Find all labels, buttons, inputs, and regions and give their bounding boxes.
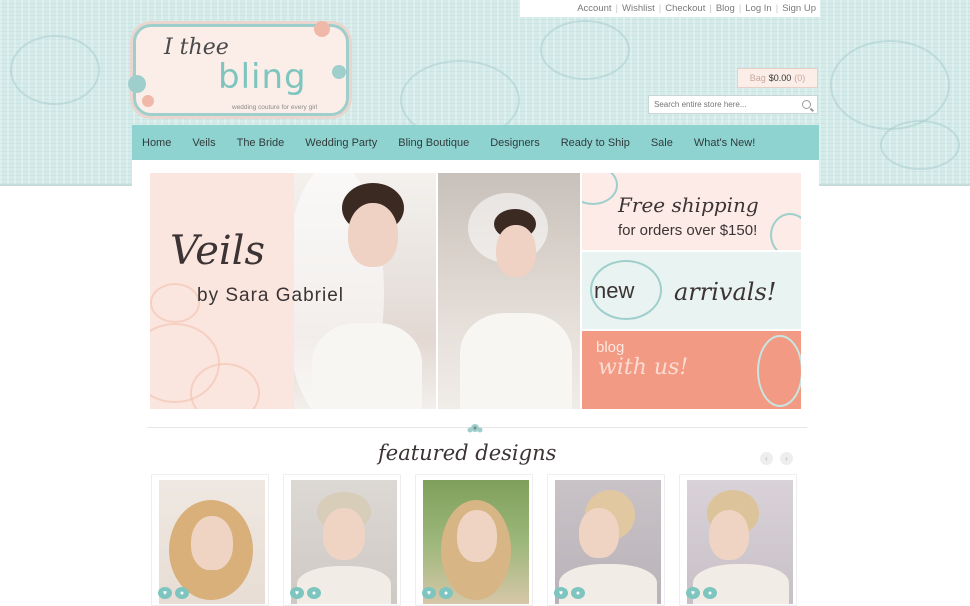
product-image[interactable] [687, 480, 793, 604]
quick-view-button[interactable]: ● [439, 587, 453, 599]
nav-home[interactable]: Home [142, 137, 171, 149]
dress-shape [460, 313, 572, 409]
nav-ready-to-ship[interactable]: Ready to Ship [561, 137, 630, 149]
nav-designers[interactable]: Designers [490, 137, 540, 149]
cart-count: (0) [794, 73, 806, 83]
vine-decoration [770, 213, 801, 250]
product-image[interactable] [291, 480, 397, 604]
product-card[interactable]: ♥ ● [679, 474, 797, 606]
promo-new-arrivals[interactable]: new arrivals! [582, 252, 801, 329]
hero-title: Veils [170, 228, 265, 274]
nav-sale[interactable]: Sale [651, 137, 673, 149]
top-account-links: Account | Wishlist | Checkout | Blog | Log I… [520, 0, 820, 17]
logo-tagline: wedding couture for every girl [232, 104, 318, 111]
promo-new-arrivals-text: arrivals! [674, 278, 777, 306]
flower-icon [150, 283, 200, 323]
carousel-next-button[interactable]: › [780, 452, 793, 465]
product-card[interactable]: ♥ ● [415, 474, 533, 606]
face-shape [709, 510, 749, 560]
wishlist-button[interactable]: ♥ [554, 587, 568, 599]
promo-blog[interactable]: blog with us! [582, 331, 801, 409]
face-shape [457, 510, 497, 562]
wishlist-button[interactable]: ♥ [422, 587, 436, 599]
promo-free-shipping-text: for orders over $150! [618, 222, 758, 239]
nav-bling-boutique[interactable]: Bling Boutique [398, 137, 469, 149]
cart-button[interactable]: Bag $0.00 (0) [737, 68, 818, 88]
login-link[interactable]: Log In [745, 3, 771, 14]
flower-icon [314, 21, 330, 37]
face-shape [579, 508, 619, 558]
checkout-link[interactable]: Checkout [665, 3, 705, 14]
quick-view-button[interactable]: ● [307, 587, 321, 599]
dress-shape [312, 323, 422, 409]
nav-veils[interactable]: Veils [192, 137, 215, 149]
flower-icon [332, 65, 346, 79]
face-shape [323, 508, 365, 560]
hero-photo-birdcage-veil[interactable] [438, 173, 580, 409]
face-shape [348, 203, 398, 267]
product-image[interactable] [423, 480, 529, 604]
floral-decoration [540, 20, 630, 80]
floral-decoration [880, 120, 960, 170]
flower-icon [142, 95, 154, 107]
product-card[interactable]: ♥ ● [547, 474, 665, 606]
flower-icon [128, 75, 146, 93]
promo-free-shipping-title: Free shipping [618, 193, 759, 217]
blog-link[interactable]: Blog [716, 3, 735, 14]
nav-whats-new[interactable]: What's New! [694, 137, 755, 149]
search-box [648, 95, 818, 114]
signup-link[interactable]: Sign Up [782, 3, 816, 14]
flower-ornament-icon [467, 424, 483, 433]
wishlist-button[interactable]: ♥ [686, 587, 700, 599]
product-image[interactable] [159, 480, 265, 604]
product-image[interactable] [555, 480, 661, 604]
wishlist-button[interactable]: ♥ [290, 587, 304, 599]
floral-decoration [10, 35, 100, 105]
quick-view-button[interactable]: ● [175, 587, 189, 599]
floral-decoration [830, 40, 950, 130]
wishlist-link[interactable]: Wishlist [622, 3, 655, 14]
hero-subtitle: by Sara Gabriel [197, 285, 345, 306]
cart-label: Bag [749, 73, 766, 83]
wishlist-button[interactable]: ♥ [158, 587, 172, 599]
product-card[interactable]: ♥ ● [283, 474, 401, 606]
main-navigation: Home Veils The Bride Wedding Party Bling… [132, 125, 819, 160]
logo-wordmark: bling [218, 57, 307, 97]
quick-view-button[interactable]: ● [703, 587, 717, 599]
promo-new-arrivals-title: new [594, 278, 635, 303]
promo-free-shipping[interactable]: Free shipping for orders over $150! [582, 173, 801, 250]
nav-the-bride[interactable]: The Bride [237, 137, 285, 149]
quick-view-button[interactable]: ● [571, 587, 585, 599]
featured-designs-heading: featured designs [378, 441, 557, 465]
vine-decoration [582, 173, 618, 205]
flower-icon [190, 363, 260, 409]
promo-blog-text: with us! [598, 355, 689, 380]
site-logo[interactable]: I thee bling wedding couture for every g… [128, 21, 349, 116]
nav-wedding-party[interactable]: Wedding Party [305, 137, 377, 149]
product-card[interactable]: ♥ ● [151, 474, 269, 606]
face-shape [496, 225, 536, 277]
search-icon[interactable] [802, 100, 811, 109]
face-shape [191, 516, 233, 570]
carousel-prev-button[interactable]: ‹ [760, 452, 773, 465]
vine-decoration [757, 335, 801, 407]
promo-blog-title: blog [596, 339, 625, 356]
search-input[interactable] [649, 97, 794, 112]
cart-amount: $0.00 [768, 73, 792, 83]
account-link[interactable]: Account [577, 3, 611, 14]
